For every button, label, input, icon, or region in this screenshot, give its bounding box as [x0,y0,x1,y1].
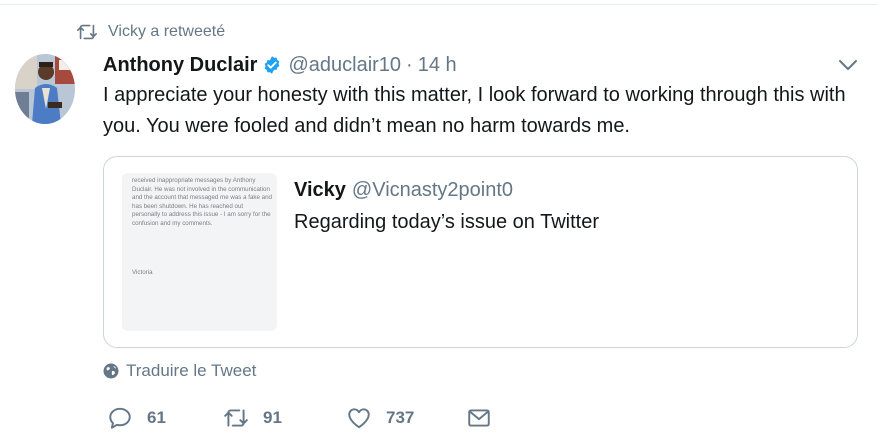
translate-tweet-label: Traduire le Tweet [126,361,257,380]
reply-count: 61 [147,408,166,427]
reply-button[interactable]: 61 [107,400,166,436]
retweet-icon [77,24,97,40]
author-handle[interactable]: @aduclair10 [288,54,401,77]
direct-message-button[interactable] [466,400,506,436]
retweet-context[interactable]: Vicky a retweeté [76,20,225,44]
heart-icon [348,408,370,429]
quoted-tweet-text: Regarding today’s issue on Twitter [294,211,599,233]
like-count: 737 [386,408,415,427]
author-name[interactable]: Anthony Duclair [103,54,257,77]
quoted-author-name: Vicky [294,179,346,201]
quoted-image-signature: Victoria [132,269,153,276]
globe-icon [103,363,119,379]
chevron-down-icon[interactable] [836,56,860,74]
quoted-tweet-image[interactable]: received inappropriate messages by Antho… [122,173,277,331]
separator-dot: · [406,53,413,76]
quoted-author-handle: @Vicnasty2point0 [351,179,514,201]
envelope-icon [468,409,490,427]
reply-icon [109,407,131,429]
quoted-image-text: received inappropriate messages by Antho… [132,177,272,227]
verified-badge-icon [265,56,280,74]
retweet-count: 91 [263,408,282,427]
top-divider [0,4,878,5]
retweet-icon [224,409,248,427]
quoted-tweet-header: Vicky @Vicnasty2point0 [294,179,513,202]
avatar[interactable] [15,54,75,124]
translate-tweet-link[interactable]: Traduire le Tweet [103,361,256,381]
retweet-button[interactable]: 91 [223,400,282,436]
like-button[interactable]: 737 [346,400,414,436]
tweet-timestamp[interactable]: 14 h [418,54,457,77]
tweet-header: Anthony Duclair @aduclair10 · 14 h [103,52,457,78]
tweet-text: I appreciate your honesty with this matt… [103,84,846,137]
retweet-context-label: Vicky a retweeté [108,23,226,40]
quoted-tweet-card[interactable]: received inappropriate messages by Antho… [103,156,858,348]
